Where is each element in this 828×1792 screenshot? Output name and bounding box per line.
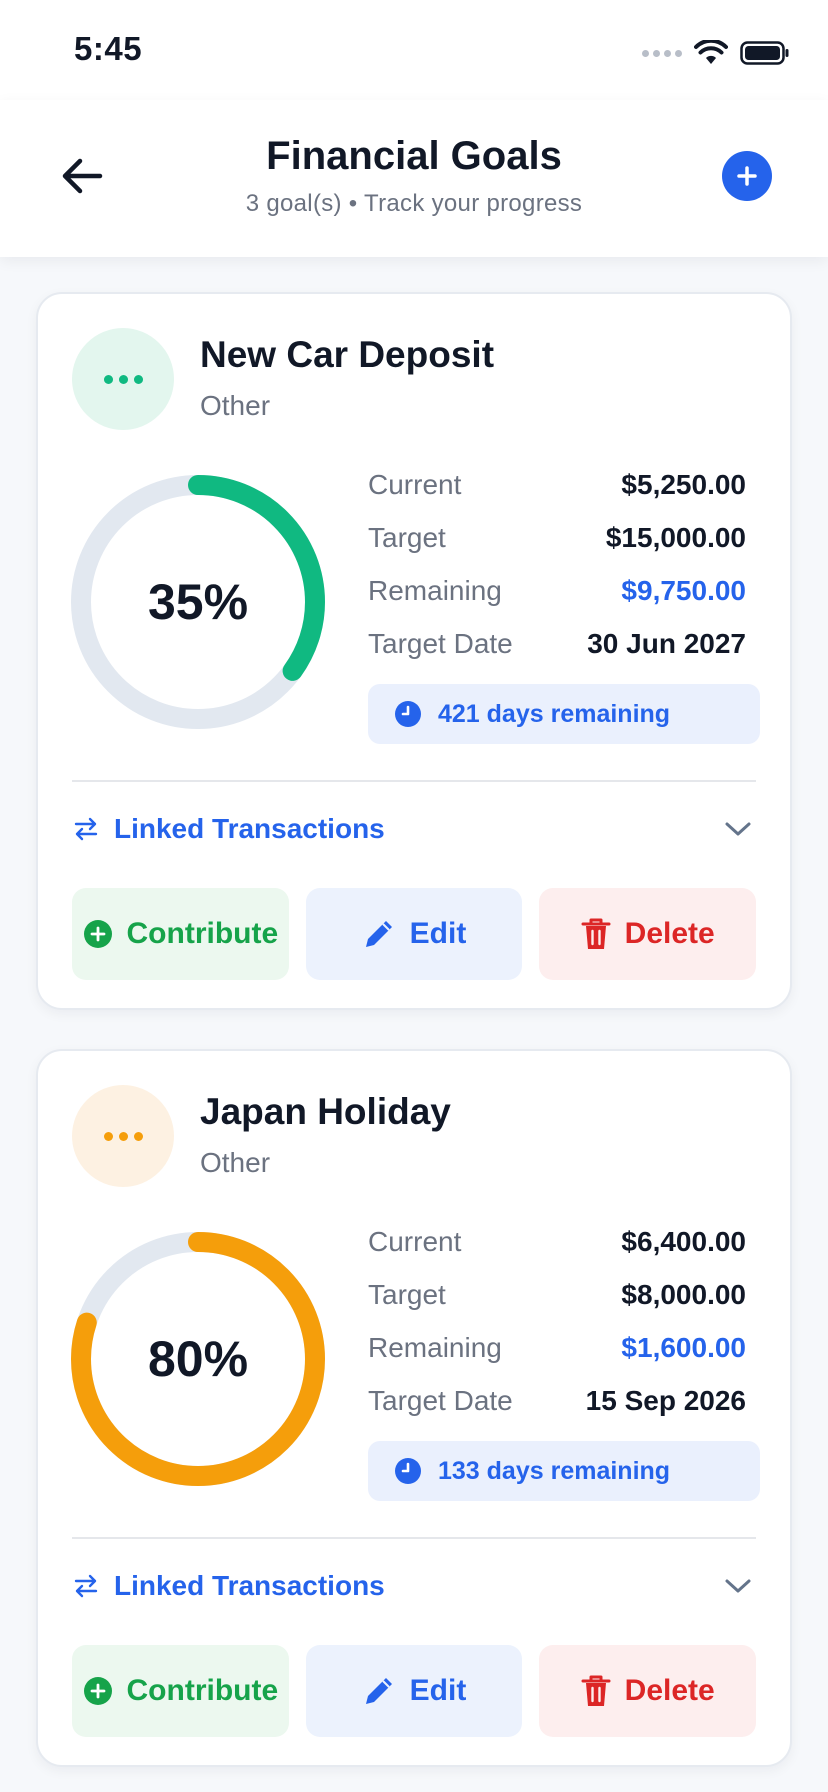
- days-remaining-badge: 421 days remaining: [368, 684, 760, 744]
- days-remaining-text: 133 days remaining: [438, 1456, 671, 1485]
- contribute-label: Contribute: [126, 917, 279, 950]
- cellular-signal-icon: [642, 49, 682, 57]
- plus-circle-icon: [83, 920, 112, 948]
- divider: [72, 780, 756, 782]
- clock-icon: [395, 1458, 421, 1484]
- stat-label: Remaining: [368, 1331, 502, 1363]
- goal-card: Japan Holiday Other 80% Current $6,400.0…: [36, 1049, 792, 1767]
- page-header: Financial Goals 3 goal(s) • Track your p…: [0, 100, 828, 257]
- stat-current: Current $6,400.00: [368, 1215, 746, 1268]
- stat-label: Target Date: [368, 1384, 513, 1416]
- stat-value: 15 Sep 2026: [585, 1384, 746, 1416]
- stat-value: $5,250.00: [621, 468, 746, 500]
- stat-value: $8,000.00: [621, 1278, 746, 1310]
- edit-label: Edit: [409, 917, 467, 950]
- swap-arrows-icon: [74, 817, 98, 841]
- stat-remaining: Remaining $9,750.00: [368, 564, 746, 617]
- stat-target: Target $8,000.00: [368, 1268, 746, 1321]
- chevron-down-icon: [725, 1579, 751, 1593]
- trash-icon: [581, 918, 611, 949]
- goal-stats: Current $5,250.00 Target $15,000.00 Rema…: [368, 458, 746, 670]
- stat-value: $15,000.00: [605, 521, 746, 553]
- plus-icon: [737, 166, 757, 186]
- goal-card: New Car Deposit Other 35% Current $5,250…: [36, 292, 792, 1010]
- goal-category: Other: [200, 1147, 271, 1178]
- days-remaining-badge: 133 days remaining: [368, 1441, 760, 1501]
- trash-icon: [581, 1675, 611, 1706]
- stat-label: Target: [368, 521, 446, 553]
- linked-transactions-label: Linked Transactions: [114, 1570, 385, 1601]
- goal-stats: Current $6,400.00 Target $8,000.00 Remai…: [368, 1215, 746, 1427]
- stat-label: Current: [368, 1225, 462, 1257]
- stat-label: Remaining: [368, 574, 502, 606]
- page-subtitle: 3 goal(s) • Track your progress: [245, 190, 583, 217]
- progress-ring: 80%: [70, 1231, 326, 1487]
- divider: [72, 1537, 756, 1539]
- stat-label: Current: [368, 468, 462, 500]
- progress-percent: 35%: [147, 574, 249, 630]
- contribute-button[interactable]: Contribute: [72, 1645, 289, 1737]
- contribute-button[interactable]: Contribute: [72, 888, 289, 980]
- edit-button[interactable]: Edit: [305, 888, 523, 980]
- stat-value: $6,400.00: [621, 1225, 746, 1257]
- edit-label: Edit: [409, 1674, 467, 1707]
- edit-button[interactable]: Edit: [305, 1645, 523, 1737]
- delete-label: Delete: [624, 1674, 715, 1707]
- pencil-icon: [365, 1678, 392, 1704]
- pencil-icon: [365, 921, 392, 947]
- status-time: 5:45: [74, 30, 143, 67]
- stat-target-date: Target Date 15 Sep 2026: [368, 1374, 746, 1427]
- battery-icon: [740, 41, 789, 65]
- goal-name: Japan Holiday: [200, 1091, 451, 1132]
- goal-category-avatar: [72, 328, 174, 430]
- add-goal-button[interactable]: [722, 151, 772, 201]
- wifi-icon: [694, 40, 728, 64]
- page-title: Financial Goals: [266, 134, 562, 178]
- delete-button[interactable]: Delete: [539, 1645, 757, 1737]
- stat-target: Target $15,000.00: [368, 511, 746, 564]
- stat-target-date: Target Date 30 Jun 2027: [368, 617, 746, 670]
- stat-remaining: Remaining $1,600.00: [368, 1321, 746, 1374]
- goal-category: Other: [200, 390, 271, 421]
- chevron-down-icon: [725, 822, 751, 836]
- stat-value: $9,750.00: [621, 574, 746, 606]
- stat-current: Current $5,250.00: [368, 458, 746, 511]
- contribute-label: Contribute: [126, 1674, 279, 1707]
- delete-button[interactable]: Delete: [539, 888, 757, 980]
- linked-transactions-label: Linked Transactions: [114, 813, 385, 844]
- goal-name: New Car Deposit: [200, 334, 495, 375]
- delete-label: Delete: [624, 917, 715, 950]
- stat-value: $1,600.00: [621, 1331, 746, 1363]
- goal-category-avatar: [72, 1085, 174, 1187]
- status-bar: 5:45: [0, 0, 828, 100]
- linked-transactions-toggle[interactable]: Linked Transactions: [72, 1551, 756, 1621]
- progress-percent: 80%: [147, 1331, 249, 1387]
- progress-ring: 35%: [70, 474, 326, 730]
- goal-actions: Contribute Edit Delete: [72, 1645, 757, 1737]
- plus-circle-icon: [83, 1677, 112, 1705]
- swap-arrows-icon: [74, 1574, 98, 1598]
- linked-transactions-toggle[interactable]: Linked Transactions: [72, 794, 756, 864]
- days-remaining-text: 421 days remaining: [438, 699, 671, 728]
- stat-label: Target: [368, 1278, 446, 1310]
- clock-icon: [395, 701, 421, 727]
- stat-value: 30 Jun 2027: [587, 627, 746, 659]
- status-icons: [642, 38, 790, 68]
- goal-actions: Contribute Edit Delete: [72, 888, 757, 980]
- stat-label: Target Date: [368, 627, 513, 659]
